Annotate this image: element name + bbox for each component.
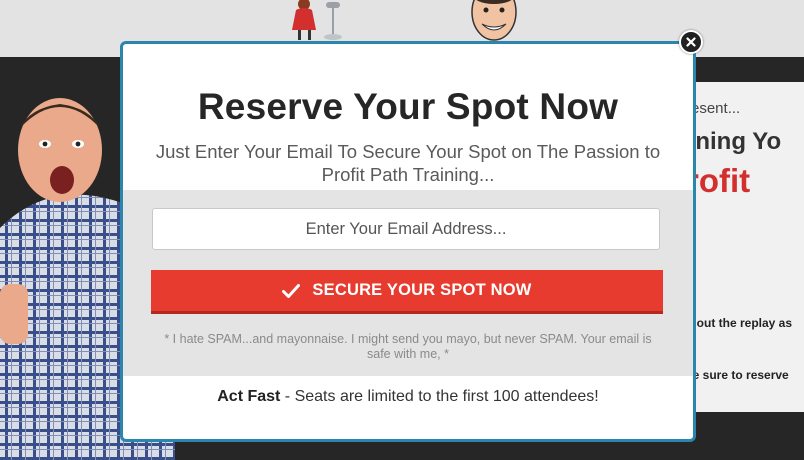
secure-spot-button-label: SECURE YOUR SPOT NOW xyxy=(312,281,532,299)
secure-spot-button[interactable]: SECURE YOUR SPOT NOW xyxy=(151,270,663,314)
background-webinar-card: resent... rning Yo rofit d out the repla… xyxy=(686,82,804,412)
email-input[interactable] xyxy=(152,208,660,250)
form-panel: SECURE YOUR SPOT NOW * I hate SPAM...and… xyxy=(123,190,693,376)
waitress-illustration xyxy=(292,0,342,40)
close-modal-button[interactable] xyxy=(679,30,703,54)
urgency-text: - Seats are limited to the first 100 att… xyxy=(280,388,599,405)
optin-modal: Reserve Your Spot Now Just Enter Your Em… xyxy=(120,41,696,442)
close-icon xyxy=(686,37,696,47)
modal-subtitle: Just Enter Your Email To Secure Your Spo… xyxy=(155,141,661,185)
background-text-reserve: ke sure to reserve xyxy=(686,368,789,382)
check-icon xyxy=(282,283,301,298)
urgency-message: Act Fast - Seats are limited to the firs… xyxy=(123,388,693,406)
modal-title: Reserve Your Spot Now xyxy=(197,86,619,127)
spam-disclaimer: * I hate SPAM...and mayonnaise. I might … xyxy=(164,332,652,361)
background-text-replay: d out the replay as xyxy=(686,316,793,330)
background-text-headline: rning Yo xyxy=(686,128,782,155)
urgency-bold: Act Fast xyxy=(217,388,281,405)
caricature-face-illustration xyxy=(471,0,517,41)
